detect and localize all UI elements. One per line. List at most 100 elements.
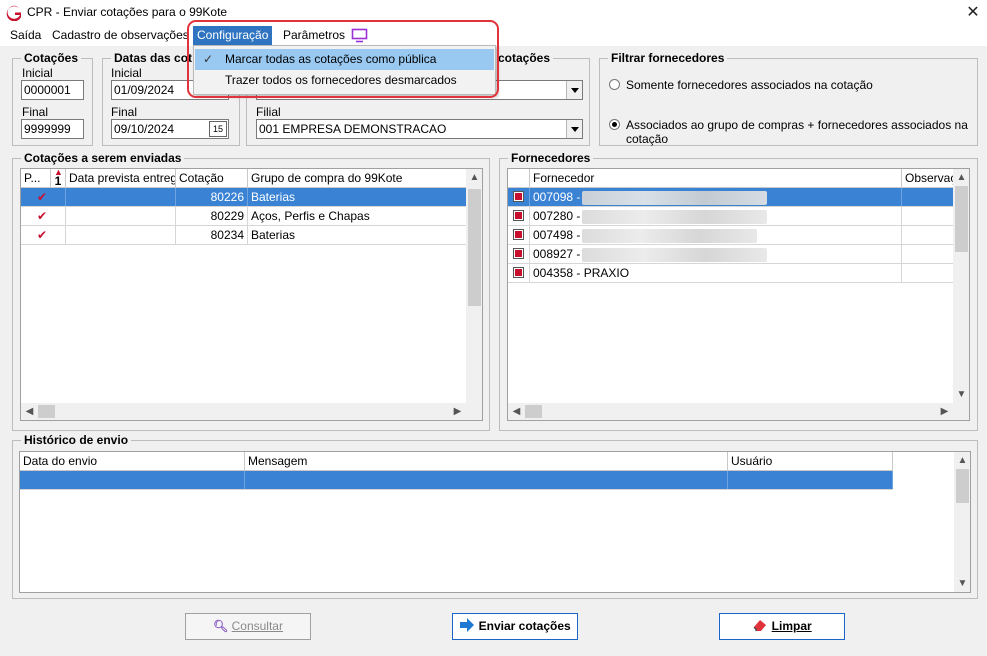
radio-somente-associados[interactable] — [609, 79, 620, 90]
checkbox[interactable] — [513, 191, 524, 202]
menu-saida[interactable]: Saída — [6, 26, 45, 45]
col-observacao[interactable]: Observaçã — [902, 169, 954, 188]
cotacao-inicial-input[interactable]: 0000001 — [21, 80, 84, 100]
scroll-up-icon[interactable]: ▲ — [466, 169, 482, 186]
redacted-name — [582, 210, 767, 224]
checkbox[interactable] — [513, 229, 524, 240]
chevron-down-icon[interactable] — [566, 120, 582, 138]
row-observacao-cell — [902, 188, 954, 206]
table-row[interactable]: 004358 - PRAXIO — [508, 264, 954, 283]
row-cotacao-cell: 80226 — [176, 188, 248, 206]
row-publica-cell[interactable]: ✔ — [21, 207, 66, 225]
radio-associados-grupo-label: Associados ao grupo de compras + fornece… — [626, 118, 968, 146]
row-grupo-cell: Baterias — [248, 188, 467, 206]
col-mensagem[interactable]: Mensagem — [245, 452, 728, 471]
consultar-label: Consultar — [231, 619, 283, 633]
scroll-thumb[interactable] — [38, 405, 55, 418]
check-icon: ✔ — [37, 190, 48, 204]
limpar-label: Limpar — [771, 619, 812, 633]
col-data-envio[interactable]: Data do envio — [20, 452, 245, 471]
scroll-up-icon[interactable]: ▲ — [954, 452, 970, 469]
row-cotacao-cell: 80234 — [176, 226, 248, 244]
vertical-scrollbar[interactable]: ▲ ▼ — [953, 169, 969, 403]
col-usuario[interactable]: Usuário — [728, 452, 893, 471]
chevron-down-icon[interactable] — [566, 81, 582, 99]
menu-cadastro-observacoes[interactable]: Cadastro de observações — [48, 26, 193, 45]
fornecedores-grid[interactable]: Fornecedor Observaçã 007098 - 007280 - 0… — [507, 168, 970, 421]
col-cotacao[interactable]: Cotação — [176, 169, 248, 188]
row-publica-cell[interactable]: ✔ — [21, 226, 66, 244]
cotacao-inicial-label: Inicial — [22, 66, 53, 80]
sort-index: 1 — [54, 174, 62, 188]
cotacao-final-input[interactable]: 9999999 — [21, 119, 84, 139]
cotacao-final-label: Final — [22, 105, 49, 119]
row-grupo-cell: Baterias — [248, 226, 467, 244]
cotacoes-grid[interactable]: P... ▲ 1 Data prevista entrega Cotação G… — [20, 168, 483, 421]
row-cotacao-cell: 80229 — [176, 207, 248, 225]
data-inicial-label: Inicial — [111, 66, 142, 80]
filial-value: 001 EMPRESA DEMONSTRACAO — [259, 122, 447, 136]
row-check-cell[interactable] — [508, 245, 530, 263]
row-check-cell[interactable] — [508, 207, 530, 225]
calendar-icon[interactable]: 15 — [209, 121, 227, 137]
data-final-label: Final — [111, 105, 138, 119]
row-data-cell — [66, 207, 176, 225]
scroll-right-icon[interactable]: ▶ — [936, 403, 953, 420]
close-icon[interactable]: ✕ — [962, 2, 984, 24]
col-data-prevista[interactable]: Data prevista entrega — [66, 169, 176, 188]
vertical-scrollbar[interactable]: ▲ ▼ — [954, 452, 970, 592]
scroll-thumb[interactable] — [525, 405, 542, 418]
checkbox[interactable] — [513, 248, 524, 259]
checkbox[interactable] — [513, 267, 524, 278]
row-observacao-cell — [902, 264, 954, 282]
filtrar-fornecedores-title: Filtrar fornecedores — [608, 51, 728, 65]
check-icon: ✔ — [37, 209, 48, 223]
scroll-up-icon[interactable]: ▲ — [953, 169, 969, 186]
historico-title: Histórico de envio — [21, 433, 132, 447]
table-row[interactable]: ✔ 80229 Aços, Perfis e Chapas — [21, 207, 467, 226]
horizontal-scrollbar[interactable]: ◀ ▶ — [508, 403, 969, 420]
scroll-right-icon[interactable]: ▶ — [449, 403, 466, 420]
row-check-cell[interactable] — [508, 226, 530, 244]
radio-associados-grupo[interactable] — [609, 119, 620, 130]
col-sort[interactable]: ▲ 1 — [51, 169, 66, 188]
search-icon: 🔍︎ — [213, 619, 229, 633]
enviar-cotacoes-button[interactable]: Enviar cotações — [452, 613, 578, 640]
limpar-button[interactable]: Limpar — [719, 613, 845, 640]
col-publica[interactable]: P... — [21, 169, 51, 188]
scroll-left-icon[interactable]: ◀ — [21, 403, 38, 420]
scroll-down-icon[interactable]: ▼ — [954, 575, 970, 592]
table-row[interactable]: ✔ 80226 Baterias — [21, 188, 467, 207]
data-final-value: 09/10/2024 — [114, 122, 175, 136]
historico-grid[interactable]: Data do envio Mensagem Usuário ▲ ▼ — [19, 451, 971, 593]
radio-somente-associados-label: Somente fornecedores associados na cotaç… — [626, 78, 873, 92]
horizontal-scrollbar[interactable]: ◀ ▶ — [21, 403, 482, 420]
row-check-cell[interactable] — [508, 264, 530, 282]
filial-label: Filial — [256, 105, 281, 119]
col-grupo[interactable]: Grupo de compra do 99Kote — [248, 169, 467, 188]
scroll-thumb[interactable] — [956, 469, 969, 503]
row-check-cell[interactable] — [508, 188, 530, 206]
table-row[interactable] — [20, 471, 893, 490]
row-publica-cell[interactable]: ✔ — [21, 188, 66, 206]
data-final-input[interactable]: 09/10/2024 15 — [111, 119, 229, 139]
fornecedores-grid-header: Fornecedor Observaçã — [508, 169, 954, 188]
checkbox[interactable] — [513, 210, 524, 221]
scroll-down-icon[interactable]: ▼ — [953, 386, 969, 403]
table-row[interactable]: ✔ 80234 Baterias — [21, 226, 467, 245]
redacted-name — [582, 248, 767, 262]
annotation-highlight — [187, 20, 499, 98]
filial-select[interactable]: 001 EMPRESA DEMONSTRACAO — [256, 119, 583, 139]
scroll-left-icon[interactable]: ◀ — [508, 403, 525, 420]
row-data-cell — [66, 188, 176, 206]
cotacoes-enviar-title: Cotações a serem enviadas — [21, 151, 185, 165]
row-mensagem-cell — [245, 471, 728, 489]
row-observacao-cell — [902, 245, 954, 263]
scroll-thumb[interactable] — [468, 189, 481, 306]
consultar-button[interactable]: 🔍︎ Consultar — [185, 613, 311, 640]
historico-grid-header: Data do envio Mensagem Usuário — [20, 452, 893, 471]
scroll-thumb[interactable] — [955, 186, 968, 252]
col-fornecedor[interactable]: Fornecedor — [530, 169, 902, 188]
col-check[interactable] — [508, 169, 530, 188]
vertical-scrollbar[interactable]: ▲ — [466, 169, 482, 403]
